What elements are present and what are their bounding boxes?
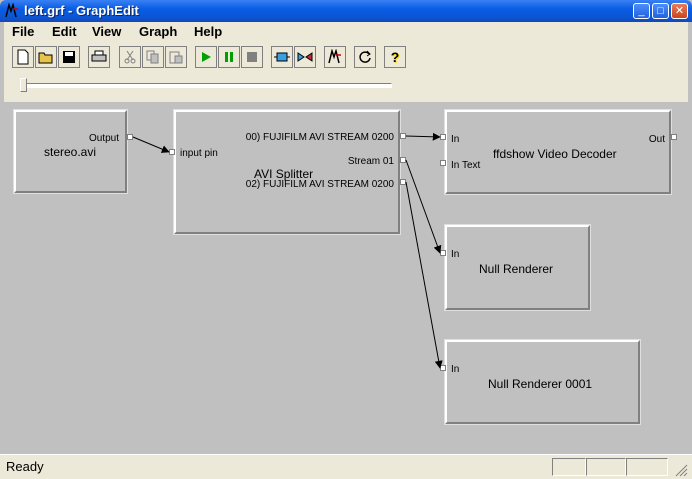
menu-view[interactable]: View xyxy=(92,24,121,39)
connection-stream02-to-null-renderer-0001[interactable] xyxy=(405,181,443,369)
filter-name: ffdshow Video Decoder xyxy=(493,147,617,161)
seek-track[interactable] xyxy=(20,83,392,88)
menu-file[interactable]: File xyxy=(12,24,34,39)
pin-decoder-out[interactable] xyxy=(671,134,677,140)
status-text: Ready xyxy=(6,459,44,474)
connection-stream01-to-null-renderer[interactable] xyxy=(405,159,442,254)
pin-decoder-in-text[interactable] xyxy=(440,160,446,166)
filter-name: Null Renderer 0001 xyxy=(488,377,593,391)
copy-button[interactable] xyxy=(142,46,164,68)
maximize-icon: □ xyxy=(657,5,664,17)
status-pane-1 xyxy=(552,458,586,476)
help-icon: ? xyxy=(390,49,400,65)
status-bar: Ready xyxy=(0,454,692,479)
frame-step-button[interactable] xyxy=(294,46,316,68)
resize-grip-icon[interactable] xyxy=(674,463,688,477)
cut-button[interactable] xyxy=(119,46,141,68)
seek-bar[interactable] xyxy=(4,72,688,102)
menu-bar: File Edit View Graph Help xyxy=(4,22,688,42)
print-icon xyxy=(91,50,107,62)
filter-null-renderer-0001[interactable]: Null Renderer 0001 In xyxy=(444,339,641,425)
filter-ffdshow-video-decoder[interactable]: ffdshow Video Decoder In In Text Out xyxy=(444,109,672,195)
minimize-icon: _ xyxy=(638,5,645,17)
open-icon xyxy=(38,52,53,64)
graphedit-window: left.grf - GraphEdit _ □ ✕ File Edit Vie… xyxy=(0,0,692,479)
filter-graph-canvas[interactable]: stereo.avi Output AVI Splitter input pin… xyxy=(4,102,688,454)
stop-button[interactable] xyxy=(241,46,263,68)
menu-edit[interactable]: Edit xyxy=(52,24,77,39)
pin-output[interactable] xyxy=(127,134,133,140)
window-title: left.grf - GraphEdit xyxy=(24,3,139,18)
seek-icon xyxy=(274,52,290,62)
seek-button[interactable] xyxy=(271,46,293,68)
pin-null1-in[interactable] xyxy=(440,250,446,256)
pin-input-label: input pin xyxy=(180,148,218,159)
help-button[interactable]: ? xyxy=(384,46,406,68)
pin-in-label: In xyxy=(451,249,460,260)
connection-source-to-splitter[interactable] xyxy=(132,136,170,153)
connection-stream00-to-decoder[interactable] xyxy=(405,132,441,141)
refresh-icon xyxy=(359,50,371,63)
open-button[interactable] xyxy=(35,46,57,68)
graphedit-app-icon xyxy=(5,3,18,18)
frame-step-icon xyxy=(297,52,313,62)
pin-input[interactable] xyxy=(169,149,175,155)
pin-stream00-label: 00) FUJIFILM AVI STREAM 0200 xyxy=(245,132,394,143)
pin-stream01[interactable] xyxy=(400,157,406,163)
pin-in-label: In xyxy=(451,364,460,375)
menu-graph[interactable]: Graph xyxy=(139,24,177,39)
filter-null-renderer[interactable]: Null Renderer In xyxy=(444,224,591,311)
maximize-button[interactable]: □ xyxy=(652,3,669,19)
menu-help[interactable]: Help xyxy=(194,24,222,39)
copy-icon xyxy=(146,50,159,64)
play-button[interactable] xyxy=(195,46,217,68)
paste-icon xyxy=(169,51,183,64)
seek-thumb[interactable] xyxy=(20,78,27,92)
filter-avi-splitter[interactable]: AVI Splitter input pin 00) FUJIFILM AVI … xyxy=(173,109,401,235)
filter-name: Null Renderer xyxy=(479,262,554,276)
pin-stream02-label: 02) FUJIFILM AVI STREAM 0200 xyxy=(245,179,394,190)
toolbar: ? xyxy=(4,42,688,73)
pin-stream00[interactable] xyxy=(400,133,406,139)
mute-button[interactable] xyxy=(324,46,346,68)
pin-in-label: In xyxy=(451,134,460,145)
close-icon: ✕ xyxy=(674,5,685,17)
pin-null2-in[interactable] xyxy=(440,365,446,371)
pin-stream02[interactable] xyxy=(400,179,406,185)
pin-out-label: Out xyxy=(648,134,665,145)
paste-button[interactable] xyxy=(165,46,187,68)
mute-icon xyxy=(328,49,341,64)
close-button[interactable]: ✕ xyxy=(671,3,688,19)
pin-stream01-label: Stream 01 xyxy=(347,156,394,167)
save-button[interactable] xyxy=(58,46,80,68)
title-bar[interactable]: left.grf - GraphEdit _ □ ✕ xyxy=(0,0,692,22)
pin-decoder-in[interactable] xyxy=(440,134,446,140)
print-button[interactable] xyxy=(88,46,110,68)
pause-icon xyxy=(225,52,233,62)
filter-name: stereo.avi xyxy=(44,145,97,159)
status-pane-2 xyxy=(586,458,626,476)
filter-stereo-avi[interactable]: stereo.avi Output xyxy=(13,109,128,194)
pin-output-label: Output xyxy=(88,133,119,144)
play-icon xyxy=(202,52,211,62)
status-pane-3 xyxy=(626,458,668,476)
stop-icon xyxy=(247,52,257,62)
pin-in-text-label: In Text xyxy=(451,160,481,171)
minimize-button[interactable]: _ xyxy=(633,3,650,19)
refresh-button[interactable] xyxy=(354,46,376,68)
pause-button[interactable] xyxy=(218,46,240,68)
save-icon xyxy=(63,51,75,63)
new-icon xyxy=(17,49,29,65)
new-button[interactable] xyxy=(12,46,34,68)
cut-icon xyxy=(124,50,136,64)
